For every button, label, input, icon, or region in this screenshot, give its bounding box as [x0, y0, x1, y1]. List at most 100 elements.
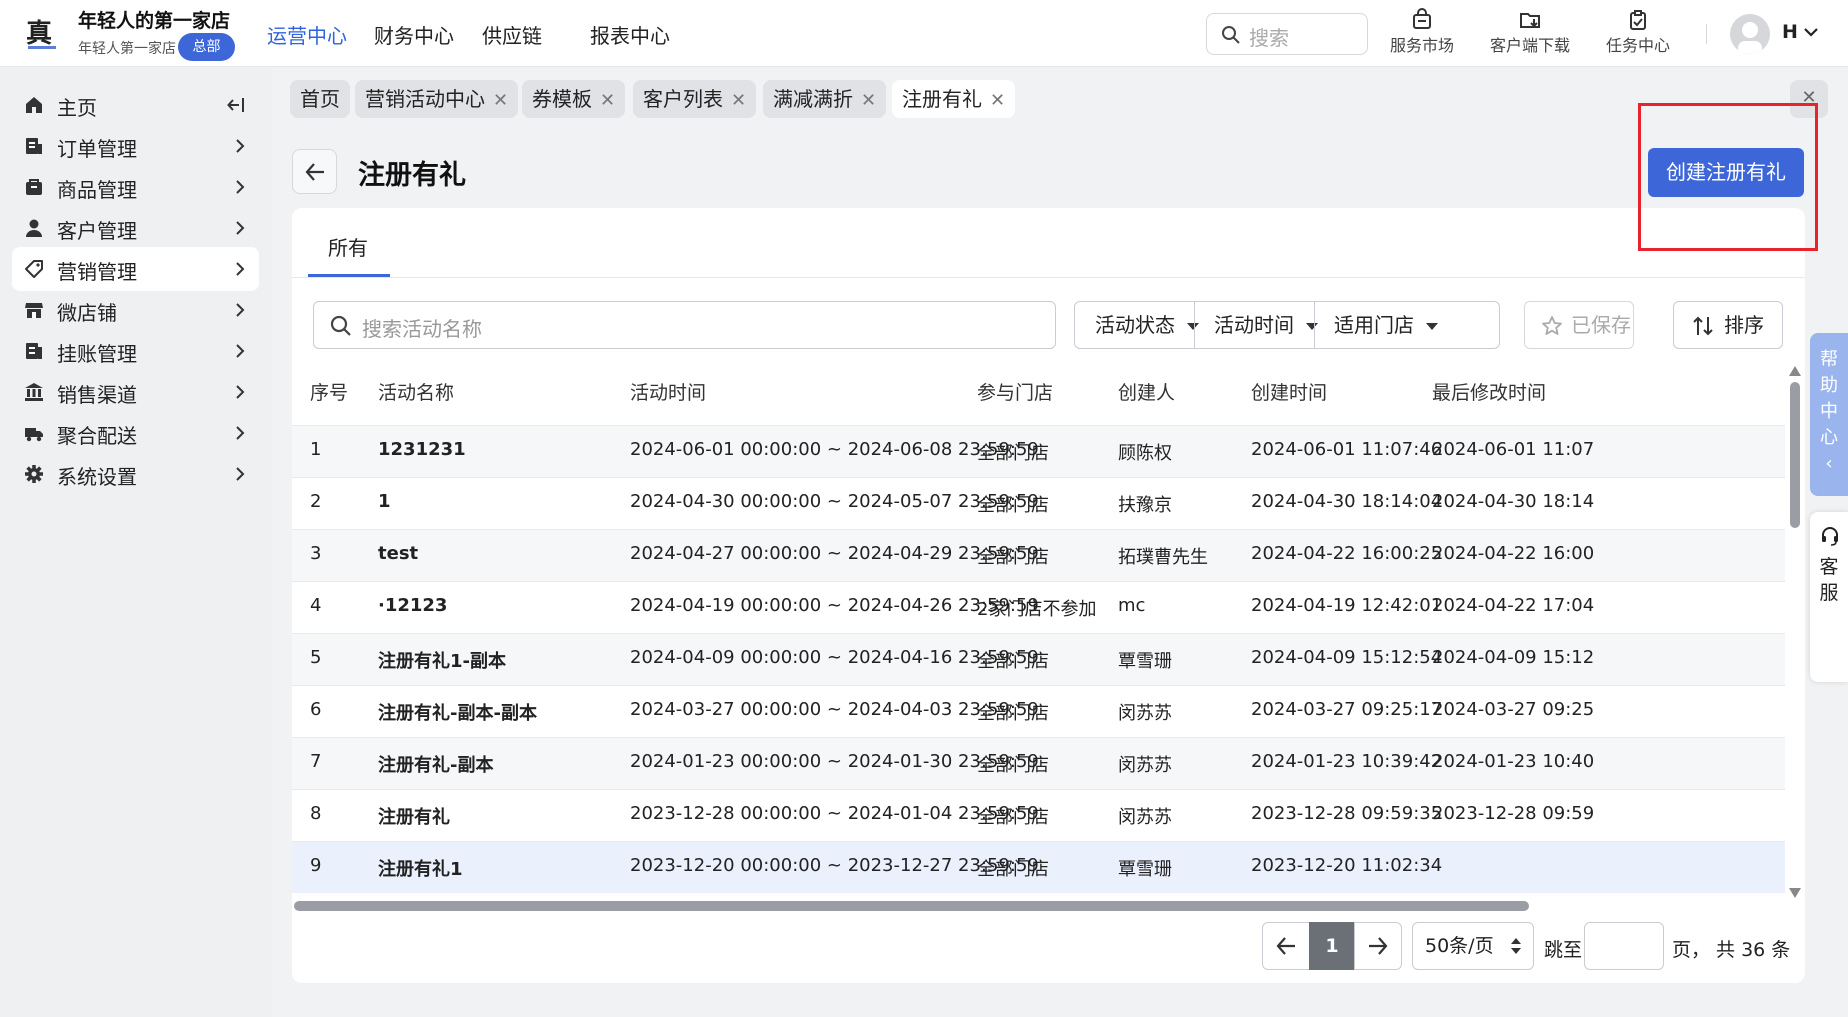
task-center-button[interactable]: 任务中心 [1598, 8, 1678, 56]
column-header: 活动名称 [378, 382, 455, 404]
table-row[interactable]: 4 ·12123 2024-04-19 00:00:00 ~ 2024-04-2… [292, 581, 1785, 633]
tab-label: 营销活动中心 [365, 87, 485, 111]
caret-down-icon [1187, 323, 1199, 330]
sidebar-item-delivery[interactable]: 聚合配送 [12, 411, 259, 455]
clipboard-check-icon [1630, 10, 1646, 30]
cell-activity-name[interactable]: 1 [378, 491, 391, 512]
cell-created-at: 2024-04-19 12:42:01 [1251, 595, 1443, 616]
sidebar-item-orders[interactable]: 订单管理 [12, 124, 259, 168]
activity-search-input[interactable]: 搜索活动名称 [313, 301, 1056, 349]
sidebar-item-channels[interactable]: 销售渠道 [12, 370, 259, 414]
order-icon [26, 138, 42, 154]
table-row[interactable]: 6 注册有礼-副本-副本 2024-03-27 00:00:00 ~ 2024-… [292, 685, 1785, 737]
vertical-scroll-thumb[interactable] [1790, 382, 1800, 528]
cell-created-at: 2023-12-28 09:59:35 [1251, 803, 1443, 824]
page-size-select[interactable]: 50条/页 [1412, 922, 1534, 970]
cell-activity-name[interactable]: ·12123 [378, 595, 447, 616]
back-button[interactable] [292, 149, 337, 194]
scroll-down-icon[interactable] [1789, 888, 1801, 898]
store-subtitle: 年轻人第一家店 [78, 41, 176, 57]
column-header: 活动时间 [630, 382, 707, 404]
table-row[interactable]: 3 test 2024-04-27 00:00:00 ~ 2024-04-29 … [292, 529, 1785, 581]
sidebar-item-micro-store[interactable]: 微店铺 [12, 288, 259, 332]
service-market-button[interactable]: 服务市场 [1382, 8, 1462, 56]
filter-activity-status[interactable]: 活动状态 [1095, 302, 1199, 348]
card-divider [292, 277, 1805, 278]
close-icon[interactable]: ✕ [600, 90, 615, 111]
tab-registration-gift[interactable]: 注册有礼 ✕ [892, 80, 1016, 118]
cell-activity-name[interactable]: 注册有礼 [378, 803, 450, 829]
filter-activity-time[interactable]: 活动时间 [1214, 302, 1318, 348]
page-size-value: 50条/页 [1425, 935, 1494, 957]
close-icon[interactable]: ✕ [731, 90, 746, 111]
sort-label: 排序 [1724, 313, 1764, 337]
chevron-down-icon[interactable] [1804, 27, 1818, 37]
service-char: 客 [1819, 556, 1839, 578]
user-name[interactable]: H [1782, 21, 1798, 43]
jump-page-input[interactable] [1584, 922, 1664, 970]
table-row[interactable]: 1 1231231 2024-06-01 00:00:00 ~ 2024-06-… [292, 425, 1785, 477]
prev-page-button[interactable] [1262, 922, 1310, 970]
table-row[interactable]: 8 注册有礼 2023-12-28 00:00:00 ~ 2024-01-04 … [292, 789, 1785, 841]
table-row[interactable]: 9 注册有礼1 2023-12-20 00:00:00 ~ 2023-12-27… [292, 841, 1785, 893]
cell-created-at: 2024-04-22 16:00:25 [1251, 543, 1443, 564]
nav-reports[interactable]: 报表中心 [590, 20, 670, 49]
cell-stores: 全部门店 [977, 651, 1049, 672]
cell-activity-name[interactable]: 注册有礼-副本 [378, 751, 493, 777]
cell-stores: 全部门店 [977, 807, 1049, 828]
close-icon[interactable]: ✕ [861, 90, 876, 111]
table-row[interactable]: 7 注册有礼-副本 2024-01-23 00:00:00 ~ 2024-01-… [292, 737, 1785, 789]
highlight-box [1638, 103, 1818, 251]
sidebar-item-settings[interactable]: 系统设置 [12, 452, 259, 496]
tab-coupon-template[interactable]: 券模板 ✕ [522, 80, 626, 118]
customer-service-widget[interactable]: 客 服 [1810, 512, 1848, 682]
table-vertical-scrollbar[interactable] [1785, 358, 1805, 906]
current-page[interactable]: 1 [1309, 922, 1355, 970]
cell-activity-name[interactable]: 注册有礼1 [378, 855, 463, 881]
cell-activity-name[interactable]: test [378, 543, 418, 564]
cell-index: 7 [310, 751, 322, 772]
tab-customer-list[interactable]: 客户列表 ✕ [633, 80, 757, 118]
close-icon[interactable]: ✕ [493, 90, 508, 111]
sidebar-item-marketing[interactable]: 营销管理 [12, 247, 259, 291]
sidebar-item-ledger[interactable]: 挂账管理 [12, 329, 259, 373]
user-avatar[interactable] [1730, 14, 1770, 54]
table-row[interactable]: 5 注册有礼1-副本 2024-04-09 00:00:00 ~ 2024-04… [292, 633, 1785, 685]
saved-views-button[interactable]: 已保存 [1524, 301, 1634, 349]
caret-down-icon [1426, 323, 1438, 330]
tab-all[interactable]: 所有 [328, 232, 368, 261]
table-row[interactable]: 2 1 2024-04-30 00:00:00 ~ 2024-05-07 23:… [292, 477, 1785, 529]
nav-operations[interactable]: 运营中心 [267, 20, 347, 49]
table-horizontal-scrollbar[interactable] [294, 901, 1529, 911]
tab-home[interactable]: 首页 [290, 80, 350, 118]
nav-finance[interactable]: 财务中心 [374, 20, 454, 49]
help-center-tab[interactable]: 帮 助 中 心 ‹ [1810, 333, 1848, 496]
cell-activity-name[interactable]: 1231231 [378, 439, 466, 460]
nav-supply-chain[interactable]: 供应链 [482, 20, 542, 49]
sidebar-item-customers[interactable]: 客户管理 [12, 206, 259, 250]
scroll-up-icon[interactable] [1789, 366, 1801, 376]
filter-group: 活动状态 活动时间 适用门店 [1074, 301, 1500, 349]
cell-activity-name[interactable]: 注册有礼1-副本 [378, 647, 506, 673]
chevron-right-icon [236, 467, 245, 481]
close-icon[interactable]: ✕ [990, 90, 1005, 111]
client-download-button[interactable]: 客户端下载 [1490, 8, 1570, 56]
filter-applicable-store[interactable]: 适用门店 [1334, 302, 1438, 348]
tab-full-reduction[interactable]: 满减满折 ✕ [763, 80, 887, 118]
collapse-sidebar-icon[interactable] [227, 97, 245, 113]
sidebar-item-home[interactable]: 主页 [12, 83, 259, 127]
chevron-right-icon [236, 139, 245, 153]
store-name[interactable]: 年轻人的第一家店 [78, 6, 230, 33]
cell-creator: 闵苏苏 [1118, 703, 1172, 724]
sort-button[interactable]: 排序 [1673, 301, 1783, 349]
global-search[interactable]: 搜索 [1206, 13, 1368, 55]
user-avatar-icon [1738, 22, 1762, 54]
cell-activity-name[interactable]: 注册有礼-副本-副本 [378, 699, 537, 725]
tab-label: 券模板 [532, 87, 592, 111]
tab-marketing-center[interactable]: 营销活动中心 ✕ [355, 80, 519, 118]
cell-index: 4 [310, 595, 322, 616]
sidebar-item-label: 聚合配送 [57, 424, 137, 448]
sidebar-item-products[interactable]: 商品管理 [12, 165, 259, 209]
sidebar-item-label: 商品管理 [57, 178, 137, 202]
next-page-button[interactable] [1354, 922, 1402, 970]
